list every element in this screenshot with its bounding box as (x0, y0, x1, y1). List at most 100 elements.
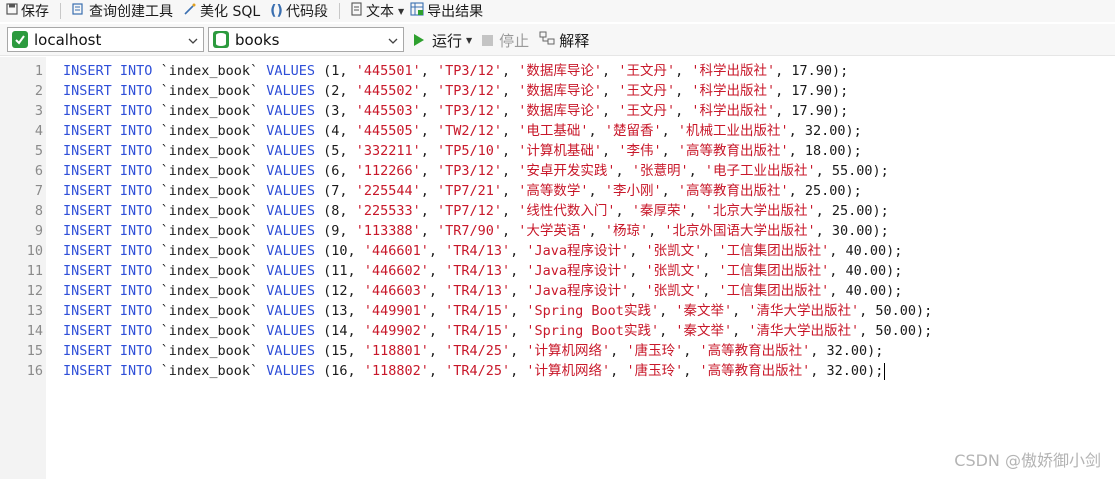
code-line: INSERT INTO `index_book` VALUES (8, '225… (63, 203, 889, 219)
sql-string: '北京外国语大学出版社' (664, 223, 816, 239)
sql-string: 'TP5/10' (436, 143, 503, 159)
sql-keyword: INSERT (63, 263, 112, 279)
sql-string: '科学出版社' (691, 103, 776, 119)
sql-keyword: INSERT (63, 223, 112, 239)
sql-string: 'TR4/25' (445, 343, 511, 359)
sql-number: 18.00 (804, 143, 846, 159)
save-label: 保存 (21, 4, 49, 20)
code-line: INSERT INTO `index_book` VALUES (2, '445… (63, 83, 849, 99)
sql-keyword: VALUES (266, 283, 316, 299)
beautify-sql-button[interactable]: 美化 SQL (180, 0, 263, 22)
code-area[interactable]: INSERT INTO `index_book` VALUES (1, '445… (63, 61, 932, 381)
line-number: 13 (26, 303, 43, 319)
sql-number: 3 (331, 103, 340, 119)
sql-keyword: VALUES (266, 223, 316, 239)
code-line: INSERT INTO `index_book` VALUES (6, '112… (63, 163, 889, 179)
sql-keyword: INTO (119, 363, 153, 379)
sql-string: '446603' (363, 283, 429, 299)
sql-string: '449901' (363, 303, 429, 319)
code-snippet-button[interactable]: () 代码段 (267, 0, 331, 22)
sql-keyword: INSERT (63, 63, 112, 79)
sql-editor[interactable]: 1 2 3 4 5 6 7 8 9 10 11 12 13 14 15 16 INSERT INTO `ind… (0, 57, 1115, 479)
sql-number: 6 (331, 163, 340, 179)
sql-string: '李伟' (618, 143, 662, 159)
explain-icon (539, 31, 555, 49)
sql-string: '清华大学出版社' (748, 303, 860, 319)
sql-keyword: INTO (119, 343, 153, 359)
sql-string: '225544' (355, 183, 421, 199)
sql-keyword: VALUES (266, 123, 316, 139)
sql-keyword: INTO (119, 203, 153, 219)
sql-string: '唐玉玲' (626, 343, 684, 359)
sql-string: '数据库导论' (518, 63, 603, 79)
stop-button[interactable]: 停止 (482, 30, 529, 51)
sql-number: 32.00 (826, 343, 868, 359)
sql-number: 30.00 (831, 223, 873, 239)
sql-string: '工信集团出版社' (718, 243, 830, 259)
line-number: 14 (26, 323, 43, 339)
export-result-button[interactable]: 导出结果 (407, 0, 486, 22)
sql-keyword: VALUES (266, 63, 316, 79)
line-number: 7 (34, 183, 43, 199)
code-snippet-label: 代码段 (285, 4, 328, 20)
query-builder-button[interactable]: 查询创建工具 (69, 0, 176, 22)
sql-number: 7 (331, 183, 340, 199)
connection-select[interactable]: localhost (7, 27, 204, 52)
sql-keyword: INTO (119, 163, 153, 179)
run-label: 运行 (432, 31, 463, 50)
sql-keyword: INSERT (63, 163, 112, 179)
sql-keyword: INSERT (63, 283, 112, 299)
sql-string: '数据库导论' (518, 83, 603, 99)
sql-string: '445503' (355, 103, 421, 119)
sql-string: '工信集团出版社' (718, 263, 830, 279)
sql-keyword: INSERT (63, 183, 112, 199)
sql-string: '张凯文' (645, 263, 703, 279)
sql-string: 'TR7/90' (436, 223, 503, 239)
run-button[interactable]: 运行 ▼ (414, 30, 472, 51)
sql-string: '科学出版社' (691, 63, 776, 79)
sql-keyword: INSERT (63, 303, 112, 319)
text-dropdown-button[interactable]: 文本 ▼ (348, 0, 407, 22)
code-line: INSERT INTO `index_book` VALUES (15, '11… (63, 343, 884, 359)
sql-string: 'Java程序设计' (526, 283, 630, 299)
sql-string: '高等数学' (518, 183, 589, 199)
sql-string: '445501' (355, 63, 421, 79)
sql-number: 32.00 (826, 363, 868, 379)
sql-string: '449902' (363, 323, 429, 339)
sql-string: '445505' (355, 123, 421, 139)
sql-keyword: VALUES (266, 163, 316, 179)
sql-number: 25.00 (804, 183, 846, 199)
line-number: 12 (26, 283, 43, 299)
sql-string: '数据库导论' (518, 103, 603, 119)
code-line: INSERT INTO `index_book` VALUES (4, '445… (63, 123, 862, 139)
sql-number: 11 (331, 263, 348, 279)
sql-keyword: INTO (119, 223, 153, 239)
sql-string: '楚留香' (604, 123, 662, 139)
sql-number: 32.00 (804, 123, 846, 139)
sql-number: 50.00 (875, 303, 917, 319)
export-icon (410, 2, 424, 20)
sql-string: '安卓开发实践' (518, 163, 616, 179)
sql-keyword: VALUES (266, 243, 316, 259)
sql-string: 'TR4/15' (445, 323, 511, 339)
line-number: 16 (26, 363, 43, 379)
code-line: INSERT INTO `index_book` VALUES (5, '332… (63, 143, 862, 159)
line-number: 11 (26, 263, 43, 279)
database-icon (213, 31, 229, 48)
sql-string: '高等教育出版社' (677, 183, 789, 199)
sql-number: 2 (331, 83, 340, 99)
sql-string: 'TP7/21' (436, 183, 503, 199)
explain-button[interactable]: 解释 (539, 30, 589, 51)
sql-number: 5 (331, 143, 340, 159)
database-connection-icon (12, 31, 28, 48)
sql-string: '大学英语' (518, 223, 589, 239)
sql-keyword: INTO (119, 63, 153, 79)
database-value: books (235, 30, 280, 49)
database-select[interactable]: books (208, 27, 404, 52)
chevron-down-icon[interactable]: ▼ (466, 36, 472, 45)
save-button[interactable]: 保存 (0, 0, 52, 22)
sql-number: 4 (331, 123, 340, 139)
sql-string: 'TR4/25' (445, 363, 511, 379)
line-number-gutter: 1 2 3 4 5 6 7 8 9 10 11 12 13 14 15 16 (0, 57, 46, 479)
code-line: INSERT INTO `index_book` VALUES (13, '44… (63, 303, 933, 319)
